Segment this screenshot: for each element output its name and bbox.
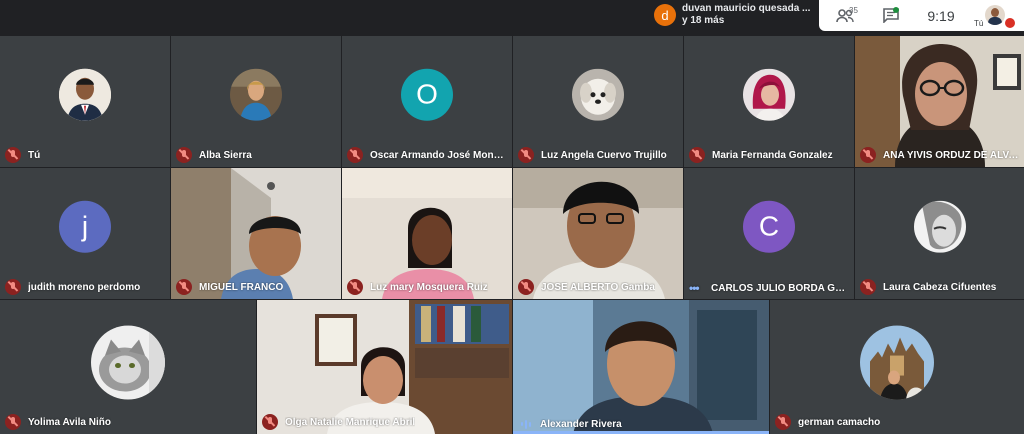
participant-name: MIGUEL FRANCO bbox=[176, 279, 283, 295]
participant-video-tile[interactable]: Olga Natalie Manrique Abril bbox=[257, 300, 512, 434]
avatar bbox=[860, 325, 934, 400]
avatar: O bbox=[401, 68, 453, 121]
mic-off-icon bbox=[518, 147, 534, 163]
more-dots-icon: ••• bbox=[689, 281, 700, 295]
participant-name: judith moreno perdomo bbox=[5, 279, 140, 295]
mic-off-icon bbox=[5, 279, 21, 295]
mic-off-icon bbox=[860, 147, 876, 163]
self-preview[interactable]: Tú bbox=[971, 0, 1021, 31]
mic-off-icon bbox=[5, 147, 21, 163]
participant-tile[interactable]: Maria Fernanda Gonzalez bbox=[684, 36, 854, 167]
notification-line-1: duvan mauricio quesada ... bbox=[682, 3, 811, 14]
mic-off-icon bbox=[1005, 18, 1015, 28]
participants-button[interactable]: 35 bbox=[819, 0, 871, 31]
clock: 9:19 bbox=[927, 7, 955, 24]
participant-video-tile[interactable]: Luz mary Mosquera Ruiz bbox=[342, 168, 512, 299]
mic-off-icon bbox=[176, 279, 192, 295]
participant-tile[interactable]: german camacho bbox=[770, 300, 1024, 434]
participant-name: Maria Fernanda Gonzalez bbox=[689, 147, 833, 163]
participant-tile[interactable]: Tú bbox=[0, 36, 170, 167]
avatar bbox=[230, 68, 282, 121]
self-avatar bbox=[985, 5, 1005, 25]
avatar bbox=[743, 68, 795, 121]
participant-tile[interactable]: j judith moreno perdomo bbox=[0, 168, 170, 299]
self-label: Tú bbox=[974, 19, 984, 28]
participant-name: ANA YIVIS ORDUZ DE ALVAREZ bbox=[860, 147, 1021, 163]
chat-button[interactable] bbox=[871, 0, 911, 31]
top-bar: d duvan mauricio quesada ... y 18 más 35… bbox=[0, 0, 1024, 36]
audio-level-icon bbox=[518, 418, 534, 430]
avatar: j bbox=[59, 200, 111, 253]
notification-text: duvan mauricio quesada ... y 18 más bbox=[682, 3, 810, 27]
participant-name: Luz Angela Cuervo Trujillo bbox=[518, 147, 667, 163]
avatar bbox=[59, 68, 111, 121]
participant-tile[interactable]: Laura Cabeza Cifuentes bbox=[855, 168, 1024, 299]
meeting-controls: 35 9:19 Tú bbox=[819, 0, 1024, 31]
participant-video-tile[interactable]: Alexander Rivera bbox=[513, 300, 769, 434]
participant-name: german camacho bbox=[775, 414, 880, 430]
mic-off-icon bbox=[262, 414, 278, 430]
participant-tile[interactable]: Alba Sierra bbox=[171, 36, 341, 167]
participant-name: Alba Sierra bbox=[176, 147, 252, 163]
participant-count: 35 bbox=[849, 6, 858, 15]
participant-tile[interactable]: C ••• CARLOS JULIO BORDA GAMA bbox=[684, 168, 854, 299]
mic-off-icon bbox=[689, 147, 705, 163]
participant-tile[interactable]: Luz Angela Cuervo Trujillo bbox=[513, 36, 683, 167]
avatar bbox=[572, 68, 624, 121]
participant-name: Alexander Rivera bbox=[518, 418, 622, 430]
mic-off-icon bbox=[775, 414, 791, 430]
participant-name: Oscar Armando José Moncayo... bbox=[347, 147, 509, 163]
mic-off-icon bbox=[347, 279, 363, 295]
participant-tile[interactable]: O Oscar Armando José Moncayo... bbox=[342, 36, 512, 167]
participant-video-tile[interactable]: JOSE ALBERTO Gamba bbox=[513, 168, 683, 299]
mic-off-icon bbox=[860, 279, 876, 295]
join-notification[interactable]: d duvan mauricio quesada ... y 18 más bbox=[650, 0, 812, 30]
participant-name: Laura Cabeza Cifuentes bbox=[860, 279, 996, 295]
participant-name: Tú bbox=[5, 147, 40, 163]
notification-avatar: d bbox=[654, 4, 676, 26]
mic-off-icon bbox=[5, 414, 21, 430]
notification-line-2: y 18 más bbox=[682, 15, 725, 26]
mic-off-icon bbox=[347, 147, 363, 163]
participant-name: Olga Natalie Manrique Abril bbox=[262, 414, 415, 430]
avatar bbox=[91, 325, 165, 400]
participant-tile[interactable]: Yolima Avila Niño bbox=[0, 300, 256, 434]
participant-name: Luz mary Mosquera Ruiz bbox=[347, 279, 488, 295]
participant-video-tile[interactable]: MIGUEL FRANCO bbox=[171, 168, 341, 299]
mic-off-icon bbox=[518, 279, 534, 295]
avatar bbox=[913, 200, 966, 253]
video-feed bbox=[513, 300, 769, 434]
participant-name: JOSE ALBERTO Gamba bbox=[518, 279, 655, 295]
avatar: C bbox=[743, 200, 795, 253]
participant-video-tile[interactable]: ANA YIVIS ORDUZ DE ALVAREZ bbox=[855, 36, 1024, 167]
mic-off-icon bbox=[176, 147, 192, 163]
participant-name: ••• CARLOS JULIO BORDA GAMA bbox=[689, 281, 851, 295]
chat-unread-dot bbox=[893, 7, 899, 13]
participant-name: Yolima Avila Niño bbox=[5, 414, 111, 430]
